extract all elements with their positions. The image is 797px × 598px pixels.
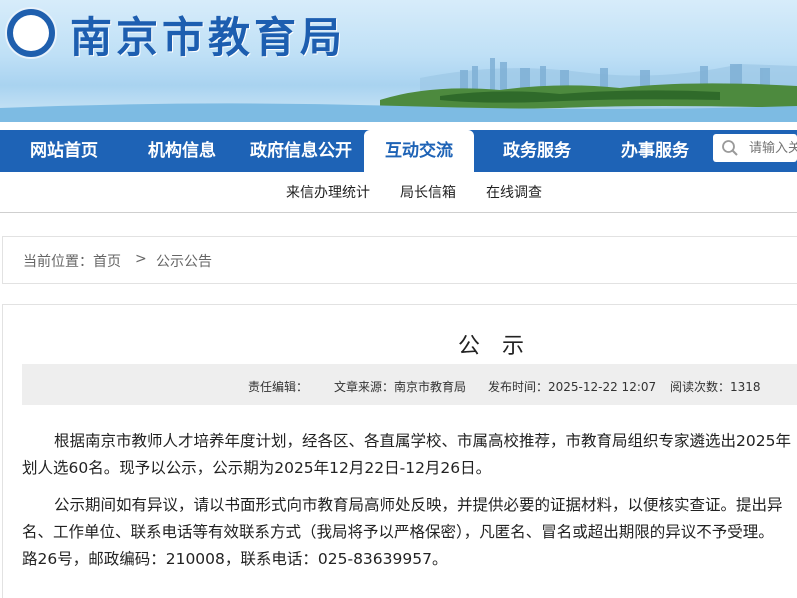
sub-nav: 来信办理统计 局长信箱 在线调查 bbox=[0, 172, 797, 213]
nav-item-organization[interactable]: 机构信息 bbox=[128, 130, 236, 172]
site-title[interactable]: 南京市教育局 bbox=[70, 4, 346, 65]
article-paragraph-1-line-1: 根据南京市教师人才培养年度计划，经各区、各直属学校、市属高校推荐，市教育局组织专… bbox=[54, 432, 791, 450]
nav-item-affairs[interactable]: 办事服务 bbox=[600, 130, 710, 172]
meta-source: 文章来源：南京市教育局 bbox=[334, 380, 467, 394]
main-nav: 网站首页 机构信息 政府信息公开 互动交流 政务服务 办事服务 bbox=[0, 130, 797, 172]
nav-item-gov-info[interactable]: 政府信息公开 bbox=[242, 130, 360, 172]
article-paragraph-2-line-2: 名、工作单位、联系电话等有效联系方式（我局将予以严格保密），凡匿名、冒名或超出期… bbox=[22, 523, 774, 541]
search-input[interactable] bbox=[749, 138, 797, 158]
nanjing-education-emblem[interactable] bbox=[5, 7, 57, 59]
subnav-item-director-mailbox[interactable]: 局长信箱 bbox=[400, 182, 456, 202]
article-meta-bar: 责任编辑： 文章来源：南京市教育局 发布时间：2025-12-22 12:07 … bbox=[22, 364, 797, 405]
search-box bbox=[713, 134, 797, 162]
breadcrumb: 当前位置： 首页 > 公示公告 bbox=[2, 236, 797, 284]
article-paragraph-2-line-1: 公示期间如有异议，请以书面形式向市教育局高师处反映，并提供必要的证据材料，以便核… bbox=[54, 496, 783, 514]
emblem-building-icon bbox=[13, 15, 49, 51]
article-paragraph-2-line-3: 路26号，邮政编码：210008，联系电话：025-83639957。 bbox=[22, 550, 448, 568]
article-title: 公示 bbox=[457, 334, 546, 359]
breadcrumb-separator: > bbox=[135, 251, 147, 267]
meta-published: 发布时间：2025-12-22 12:07 bbox=[488, 380, 657, 394]
breadcrumb-home-link[interactable]: 首页 bbox=[93, 251, 121, 271]
search-icon[interactable] bbox=[721, 139, 739, 157]
breadcrumb-current-link[interactable]: 公示公告 bbox=[156, 251, 212, 271]
subnav-item-letter-stats[interactable]: 来信办理统计 bbox=[286, 182, 370, 202]
meta-views: 阅读次数：1318 bbox=[670, 380, 761, 394]
article-paragraph-1-line-2: 划人选60名。现予以公示，公示期为2025年12月22日-12月26日。 bbox=[22, 459, 492, 477]
nav-item-interaction[interactable]: 互动交流 bbox=[364, 130, 474, 172]
nav-item-home[interactable]: 网站首页 bbox=[10, 130, 118, 172]
nav-item-gov-services[interactable]: 政务服务 bbox=[482, 130, 592, 172]
subnav-item-online-survey[interactable]: 在线调查 bbox=[486, 182, 542, 202]
meta-editor: 责任编辑： bbox=[248, 380, 309, 394]
breadcrumb-prefix: 当前位置： bbox=[23, 254, 93, 270]
header-banner: 南京市教育局 bbox=[0, 0, 797, 122]
